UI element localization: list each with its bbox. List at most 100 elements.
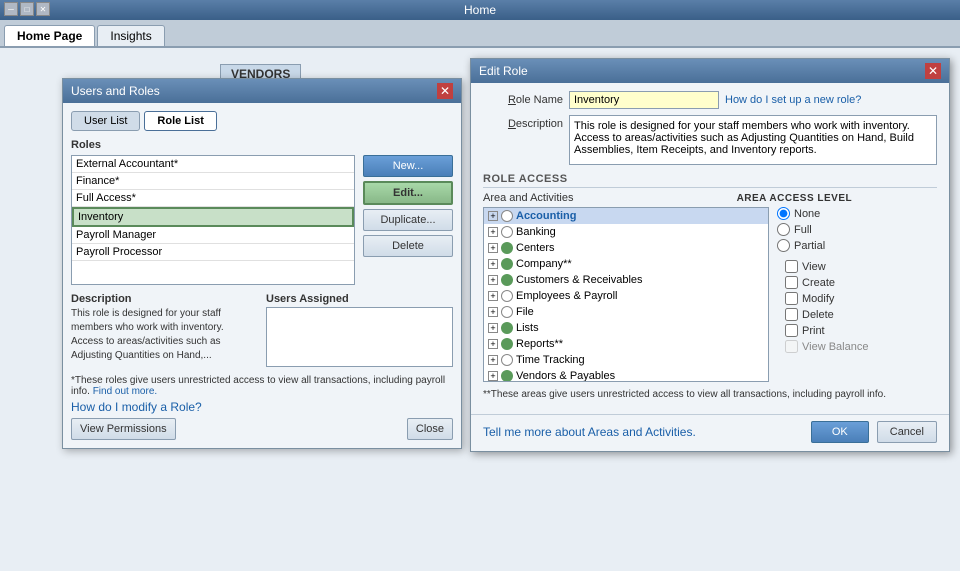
- expand-lists[interactable]: +: [488, 323, 498, 333]
- users-roles-close-btn[interactable]: ✕: [437, 83, 453, 99]
- main-area: VENDORS Users and Roles ✕ User List Role…: [0, 48, 960, 571]
- checkbox-view-input[interactable]: [785, 260, 798, 273]
- tree-item-vendors[interactable]: + Vendors & Payables: [484, 368, 768, 382]
- tell-more-link[interactable]: Tell me more about Areas and Activities.: [483, 425, 696, 439]
- checkbox-delete-input[interactable]: [785, 308, 798, 321]
- footnote: **These areas give users unrestricted ac…: [483, 388, 937, 402]
- role-access-container: + Accounting + Banking: [483, 207, 937, 382]
- radio-partial[interactable]: Partial: [777, 239, 937, 252]
- expand-accounting[interactable]: +: [488, 211, 498, 221]
- tab-role-list[interactable]: Role List: [144, 111, 216, 131]
- close-window-btn[interactable]: ✕: [36, 2, 50, 16]
- close-dialog-btn[interactable]: Close: [407, 418, 453, 440]
- radio-partial-input[interactable]: [777, 239, 790, 252]
- time-tracking-icon: [501, 354, 513, 366]
- expand-vendors[interactable]: +: [488, 371, 498, 381]
- tree-item-employees[interactable]: + Employees & Payroll: [484, 288, 768, 304]
- tree-item-lists[interactable]: + Lists: [484, 320, 768, 336]
- tree-item-customers[interactable]: + Customers & Receivables: [484, 272, 768, 288]
- find-out-more-link[interactable]: Find out more.: [93, 386, 157, 397]
- tree-label-banking: Banking: [516, 226, 556, 238]
- edit-role-close-btn[interactable]: ✕: [925, 63, 941, 79]
- tree-item-file[interactable]: + File: [484, 304, 768, 320]
- expand-time-tracking[interactable]: +: [488, 355, 498, 365]
- banking-icon: [501, 226, 513, 238]
- edit-role-action-buttons: OK Cancel: [811, 421, 937, 443]
- role-name-label: Role Name: [483, 91, 563, 106]
- ok-btn[interactable]: OK: [811, 421, 869, 443]
- checkbox-create-label: Create: [802, 277, 835, 289]
- users-roles-body: User List Role List Roles External Accou…: [63, 103, 461, 448]
- delete-role-btn[interactable]: Delete: [363, 235, 453, 257]
- tree-label-accounting: Accounting: [516, 210, 577, 222]
- list-item[interactable]: External Accountant*: [72, 156, 354, 173]
- tree-item-reports[interactable]: + Reports**: [484, 336, 768, 352]
- file-icon: [501, 306, 513, 318]
- how-modify-link[interactable]: How do I modify a Role?: [71, 400, 202, 414]
- role-name-input[interactable]: [569, 91, 719, 109]
- role-name-row: Role Name How do I set up a new role?: [483, 91, 937, 109]
- description-textarea[interactable]: This role is designed for your staff mem…: [569, 115, 937, 165]
- tab-insights[interactable]: Insights: [97, 25, 164, 46]
- expand-file[interactable]: +: [488, 307, 498, 317]
- roles-container: External Accountant* Finance* Full Acces…: [71, 155, 453, 285]
- expand-reports[interactable]: +: [488, 339, 498, 349]
- checkbox-print-label: Print: [802, 325, 825, 337]
- duplicate-role-btn[interactable]: Duplicate...: [363, 209, 453, 231]
- customers-icon: [501, 274, 513, 286]
- tab-home-page[interactable]: Home Page: [4, 25, 95, 46]
- tab-bar: Home Page Insights: [0, 20, 960, 48]
- checkbox-view-balance[interactable]: View Balance: [785, 340, 937, 353]
- app-title: Home: [464, 3, 496, 17]
- desc-left: Description This role is designed for yo…: [71, 293, 258, 367]
- expand-employees[interactable]: +: [488, 291, 498, 301]
- expand-customers[interactable]: +: [488, 275, 498, 285]
- checkbox-print-input[interactable]: [785, 324, 798, 337]
- reports-icon: [501, 338, 513, 350]
- radio-none[interactable]: None: [777, 207, 937, 220]
- checkbox-group: View Create Modify: [785, 260, 937, 353]
- tree-item-time-tracking[interactable]: + Time Tracking: [484, 352, 768, 368]
- tree-item-banking[interactable]: + Banking: [484, 224, 768, 240]
- checkbox-create-input[interactable]: [785, 276, 798, 289]
- tree-label-lists: Lists: [516, 322, 539, 334]
- radio-full-input[interactable]: [777, 223, 790, 236]
- checkbox-modify-input[interactable]: [785, 292, 798, 305]
- edit-role-btn[interactable]: Edit...: [363, 181, 453, 205]
- help-link[interactable]: How do I set up a new role?: [725, 91, 861, 106]
- roles-list[interactable]: External Accountant* Finance* Full Acces…: [71, 155, 355, 285]
- window-controls[interactable]: ─ □ ✕: [4, 2, 50, 16]
- dialog-bottom-buttons: View Permissions Close: [71, 418, 453, 440]
- radio-partial-label: Partial: [794, 240, 825, 252]
- checkbox-create[interactable]: Create: [785, 276, 937, 289]
- expand-centers[interactable]: +: [488, 243, 498, 253]
- expand-banking[interactable]: +: [488, 227, 498, 237]
- checkbox-modify-label: Modify: [802, 293, 834, 305]
- description-label: Description: [483, 115, 563, 130]
- list-item[interactable]: Payroll Processor: [72, 244, 354, 261]
- checkbox-delete[interactable]: Delete: [785, 308, 937, 321]
- tree-container[interactable]: + Accounting + Banking: [483, 207, 769, 382]
- checkbox-print[interactable]: Print: [785, 324, 937, 337]
- list-item[interactable]: Full Access*: [72, 190, 354, 207]
- checkbox-view[interactable]: View: [785, 260, 937, 273]
- new-role-btn[interactable]: New...: [363, 155, 453, 177]
- cancel-btn[interactable]: Cancel: [877, 421, 937, 443]
- view-permissions-btn[interactable]: View Permissions: [71, 418, 176, 440]
- tree-item-centers[interactable]: + Centers: [484, 240, 768, 256]
- checkbox-modify[interactable]: Modify: [785, 292, 937, 305]
- list-item[interactable]: Finance*: [72, 173, 354, 190]
- maximize-btn[interactable]: □: [20, 2, 34, 16]
- radio-none-label: None: [794, 208, 820, 220]
- tree-item-accounting[interactable]: + Accounting: [484, 208, 768, 224]
- radio-none-input[interactable]: [777, 207, 790, 220]
- list-item[interactable]: Payroll Manager: [72, 227, 354, 244]
- tree-item-company[interactable]: + Company**: [484, 256, 768, 272]
- role-access-section: ROLE ACCESS Area and Activities AREA ACC…: [483, 173, 937, 402]
- desc-section: Description This role is designed for yo…: [71, 293, 453, 367]
- expand-company[interactable]: +: [488, 259, 498, 269]
- radio-full[interactable]: Full: [777, 223, 937, 236]
- minimize-btn[interactable]: ─: [4, 2, 18, 16]
- list-item-selected[interactable]: Inventory: [72, 207, 354, 227]
- tab-user-list[interactable]: User List: [71, 111, 140, 131]
